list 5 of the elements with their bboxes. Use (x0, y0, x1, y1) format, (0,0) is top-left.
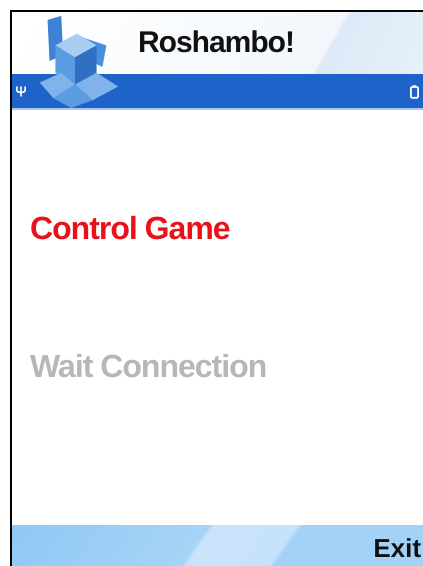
app-title: Roshambo! (138, 26, 294, 60)
signal-icon (16, 84, 26, 98)
battery-icon (410, 84, 419, 98)
menu-item[interactable]: Control Game (30, 208, 423, 248)
exit-softkey[interactable]: Exit (373, 533, 423, 566)
